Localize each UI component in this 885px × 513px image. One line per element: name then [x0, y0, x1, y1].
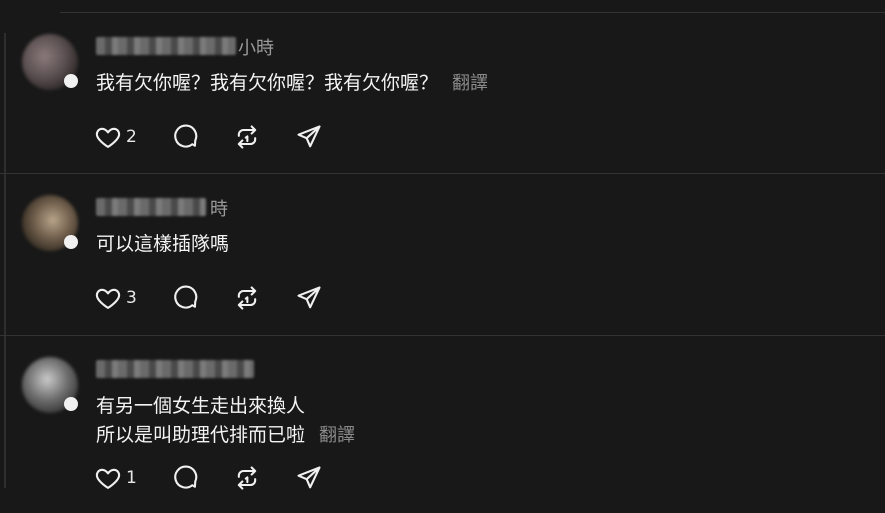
repost-button[interactable] — [233, 284, 261, 312]
post-text-line: 所以是叫助理代排而已啦 — [96, 424, 306, 446]
comment-icon — [174, 465, 198, 489]
post-text: 可以這樣插隊嗎 — [96, 230, 229, 259]
username-blurred[interactable] — [96, 37, 236, 55]
translate-link[interactable]: 翻譯 — [452, 73, 488, 94]
follow-badge-icon[interactable] — [64, 397, 78, 411]
like-button[interactable]: 3 — [94, 284, 137, 312]
repost-button[interactable] — [233, 464, 261, 492]
like-count: 1 — [126, 468, 137, 488]
post-text: 我有欠你喔？我有欠你喔？我有欠你喔？ 翻譯 — [96, 69, 488, 98]
send-icon — [297, 466, 321, 489]
repost-button[interactable] — [233, 123, 261, 151]
post-text: 有另一個女生走出來換人 所以是叫助理代排而已啦 翻譯 — [96, 392, 355, 450]
translate-link[interactable]: 翻譯 — [319, 425, 355, 446]
post-item: 時 可以這樣插隊嗎 3 — [0, 174, 885, 336]
repost-icon — [237, 286, 257, 310]
send-icon — [297, 125, 321, 148]
heart-icon — [95, 288, 121, 309]
post-text-line: 有另一個女生走出來換人 — [96, 395, 306, 417]
send-icon — [297, 286, 321, 309]
reply-feed: 小時 我有欠你喔？我有欠你喔？我有欠你喔？ 翻譯 2 時 可以這樣插隊嗎 3 有… — [0, 13, 885, 512]
share-button[interactable] — [295, 123, 323, 151]
repost-icon — [237, 125, 257, 149]
share-button[interactable] — [295, 284, 323, 312]
username-blurred[interactable] — [96, 360, 254, 378]
reply-button[interactable] — [171, 464, 199, 492]
follow-badge-icon[interactable] — [64, 235, 78, 249]
post-actions: 3 — [94, 284, 357, 312]
comment-icon — [174, 124, 198, 148]
heart-icon — [95, 468, 121, 489]
share-button[interactable] — [295, 464, 323, 492]
timestamp: 小時 — [238, 38, 274, 59]
post-actions: 2 — [94, 123, 357, 151]
comment-icon — [174, 285, 198, 309]
like-count: 2 — [126, 127, 137, 147]
like-button[interactable]: 1 — [94, 464, 137, 492]
follow-badge-icon[interactable] — [64, 74, 78, 88]
post-item: 小時 我有欠你喔？我有欠你喔？我有欠你喔？ 翻譯 2 — [0, 13, 885, 174]
username-blurred[interactable] — [96, 198, 206, 216]
post-item: 有另一個女生走出來換人 所以是叫助理代排而已啦 翻譯 1 — [0, 336, 885, 512]
repost-icon — [237, 466, 257, 490]
post-actions: 1 — [94, 464, 357, 492]
reply-button[interactable] — [171, 284, 199, 312]
timestamp: 時 — [210, 199, 228, 220]
post-text-line: 我有欠你喔？我有欠你喔？我有欠你喔？ — [96, 72, 439, 94]
post-text-line: 可以這樣插隊嗎 — [96, 233, 230, 255]
reply-button[interactable] — [171, 123, 199, 151]
like-button[interactable]: 2 — [94, 123, 137, 151]
heart-icon — [95, 127, 121, 148]
like-count: 3 — [126, 288, 137, 308]
